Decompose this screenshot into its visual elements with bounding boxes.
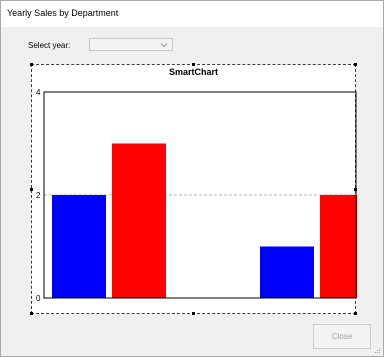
- smart-chart[interactable]: SmartChart 024: [30, 63, 357, 315]
- resize-handle[interactable]: [30, 188, 33, 191]
- y-tick-label: 4: [36, 88, 41, 97]
- chevron-down-icon: [160, 43, 168, 48]
- resize-handle[interactable]: [354, 188, 357, 191]
- close-button[interactable]: Close: [313, 324, 371, 349]
- title-bar: Yearly Sales by Department: [1, 1, 383, 27]
- resize-handle[interactable]: [30, 312, 33, 315]
- resize-handle[interactable]: [30, 63, 33, 66]
- y-tick-label: 0: [36, 294, 41, 303]
- bar: [52, 195, 106, 298]
- chart-canvas: 0 2 4: [36, 88, 357, 303]
- bar: [112, 143, 166, 298]
- bar: [260, 246, 314, 298]
- resize-handle[interactable]: [354, 63, 357, 66]
- app-window: Yearly Sales by Department Select year: …: [0, 0, 384, 357]
- year-dropdown[interactable]: [89, 38, 173, 51]
- year-label: Select year:: [28, 41, 71, 50]
- resize-handle[interactable]: [192, 63, 195, 66]
- window-title: Yearly Sales by Department: [7, 8, 119, 18]
- resize-grip-icon[interactable]: [373, 346, 381, 354]
- resize-handle[interactable]: [354, 312, 357, 315]
- y-tick-label: 2: [36, 191, 41, 200]
- bar: [320, 195, 357, 298]
- resize-handle[interactable]: [192, 312, 195, 315]
